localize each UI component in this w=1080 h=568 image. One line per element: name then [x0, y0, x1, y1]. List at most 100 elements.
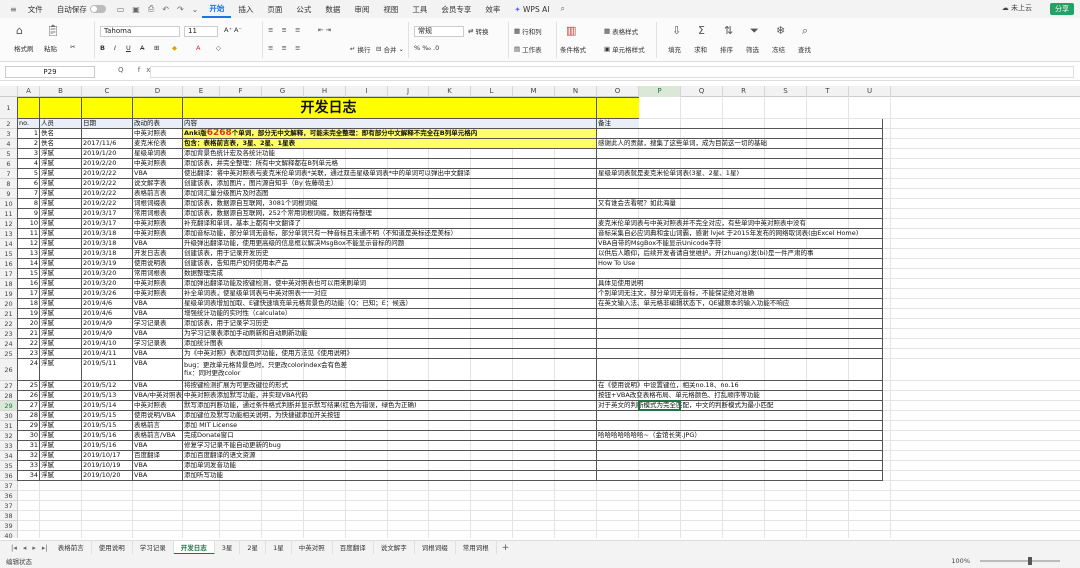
sheet-tab[interactable]: 学习记录: [133, 540, 174, 555]
sheet-tab[interactable]: 常用词根: [456, 540, 497, 555]
zoom-slider[interactable]: [980, 557, 1060, 565]
column-header-r[interactable]: R: [723, 86, 765, 97]
zoom-slider-knob[interactable]: [1028, 557, 1032, 565]
filter-button[interactable]: 筛选: [746, 44, 759, 54]
chevron-down-icon[interactable]: ⌄: [188, 5, 203, 14]
sheet-tab[interactable]: 3星: [215, 540, 241, 555]
row-header-6[interactable]: 6: [0, 159, 18, 169]
format-painter-icon[interactable]: ⌂: [16, 24, 23, 37]
toggle-switch-icon[interactable]: [89, 5, 106, 13]
sum-button[interactable]: 求和: [694, 44, 707, 54]
convert-button[interactable]: ⇄ 转换: [468, 26, 488, 36]
border-icon[interactable]: ⊞: [154, 44, 159, 52]
freeze-icon[interactable]: ❄: [776, 24, 785, 37]
sheet-tab[interactable]: 说文解字: [374, 540, 415, 555]
save-icon[interactable]: ▣: [128, 5, 144, 14]
row-header-34[interactable]: 34: [0, 451, 18, 461]
row-header-29[interactable]: 29: [0, 401, 18, 411]
row-header-15[interactable]: 15: [0, 249, 18, 259]
row-header-1[interactable]: 1: [0, 97, 18, 119]
column-header-g[interactable]: G: [262, 86, 304, 97]
column-header-t[interactable]: T: [807, 86, 849, 97]
row-header-2[interactable]: 2: [0, 119, 18, 129]
row-header-36[interactable]: 36: [0, 471, 18, 481]
formula-input[interactable]: [150, 66, 1074, 78]
paste-icon[interactable]: 📋︎: [46, 24, 60, 37]
row-header-9[interactable]: 9: [0, 189, 18, 199]
row-header-33[interactable]: 33: [0, 441, 18, 451]
row-header-14[interactable]: 14: [0, 239, 18, 249]
name-box[interactable]: P29: [5, 66, 95, 78]
undo-icon[interactable]: ↶: [158, 5, 173, 14]
sum-icon[interactable]: Σ: [698, 24, 705, 37]
column-header-l[interactable]: L: [471, 86, 513, 97]
align-left-icons[interactable]: ≡ ≡ ≡: [268, 44, 303, 52]
row-header-4[interactable]: 4: [0, 139, 18, 149]
fill-down-icon[interactable]: ⇩: [672, 24, 681, 37]
print-icon[interactable]: ⎙: [144, 4, 158, 14]
underline-button[interactable]: U: [126, 44, 131, 52]
column-header-a[interactable]: A: [18, 86, 40, 97]
row-header-32[interactable]: 32: [0, 431, 18, 441]
row-header-8[interactable]: 8: [0, 179, 18, 189]
row-header-21[interactable]: 21: [0, 309, 18, 319]
column-header-e[interactable]: E: [183, 86, 220, 97]
sheet-tab[interactable]: 中英对照: [292, 540, 333, 555]
row-header-22[interactable]: 22: [0, 319, 18, 329]
column-header-m[interactable]: M: [513, 86, 555, 97]
sheet-tab[interactable]: 开发日志: [173, 540, 215, 555]
row-header-20[interactable]: 20: [0, 299, 18, 309]
font-grow-icon[interactable]: A⁺ A⁻: [224, 26, 242, 34]
worksheet-button[interactable]: ▤ 工作表: [514, 44, 542, 54]
row-header-37[interactable]: 37: [0, 481, 18, 491]
indent-icons[interactable]: ⇤ ⇥: [318, 26, 331, 34]
wrap-button[interactable]: ↵ 换行: [350, 44, 370, 54]
share-button[interactable]: 分享: [1050, 3, 1074, 15]
freeze-button[interactable]: 冻结: [772, 44, 785, 54]
number-format-select[interactable]: 常规: [414, 26, 464, 37]
column-header-u[interactable]: U: [849, 86, 891, 97]
row-header-28[interactable]: 28: [0, 391, 18, 401]
format-painter-button[interactable]: 格式刷: [14, 43, 34, 53]
sort-icon[interactable]: ⇅: [724, 24, 733, 37]
spreadsheet-grid[interactable]: ABCDEFGHIJKLMNOPQRSTU 1 2 3 4 5 6 7 8 9 10 11 12 13 1…: [0, 86, 1080, 538]
wps-ai-button[interactable]: ✦ WPS AI: [507, 0, 556, 18]
row-header-37[interactable]: 37: [0, 501, 18, 511]
row-header-30[interactable]: 30: [0, 411, 18, 421]
filter-icon[interactable]: ⏷: [750, 24, 759, 38]
cell-style-button[interactable]: ▣ 单元格样式: [604, 44, 645, 54]
table-style-button[interactable]: ▦ 表格样式: [604, 26, 638, 36]
column-header-d[interactable]: D: [133, 86, 183, 97]
font-color-icon[interactable]: A: [196, 44, 200, 52]
tab-efficiency[interactable]: 效率: [478, 0, 507, 18]
column-header-j[interactable]: J: [388, 86, 429, 97]
column-header-q[interactable]: Q: [681, 86, 723, 97]
row-header-27[interactable]: 27: [0, 381, 18, 391]
tab-insert[interactable]: 插入: [231, 0, 260, 18]
cut-icon[interactable]: ✂: [70, 43, 75, 51]
sort-button[interactable]: 排序: [720, 44, 733, 54]
find-icon[interactable]: ⌕: [802, 24, 808, 38]
row-header-11[interactable]: 11: [0, 209, 18, 219]
row-header-24[interactable]: 24: [0, 339, 18, 349]
row-header-40[interactable]: 40: [0, 531, 18, 538]
column-header-n[interactable]: N: [555, 86, 597, 97]
sheet-tab[interactable]: 词根词缀: [415, 540, 456, 555]
row-header-12[interactable]: 12: [0, 219, 18, 229]
italic-button[interactable]: I: [114, 44, 116, 52]
zoom-level[interactable]: 100%: [951, 557, 970, 565]
row-header-10[interactable]: 10: [0, 199, 18, 209]
fill-button[interactable]: 填充: [668, 44, 681, 54]
row-header-7[interactable]: 7: [0, 169, 18, 179]
font-name-select[interactable]: Tahoma: [100, 26, 180, 37]
select-all-corner[interactable]: [0, 86, 18, 97]
next-sheet-icon[interactable]: ▸: [29, 544, 39, 552]
search-icon[interactable]: ⌕: [556, 4, 568, 14]
column-header-c[interactable]: C: [82, 86, 133, 97]
tab-review[interactable]: 审阅: [347, 0, 376, 18]
row-header-16[interactable]: 16: [0, 259, 18, 269]
menu-icon[interactable]: ≡: [6, 5, 21, 14]
row-header-3[interactable]: 3: [0, 129, 18, 139]
first-sheet-icon[interactable]: |◂: [8, 544, 20, 552]
merge-button[interactable]: ⊟ 合并 ⌄: [376, 44, 404, 54]
